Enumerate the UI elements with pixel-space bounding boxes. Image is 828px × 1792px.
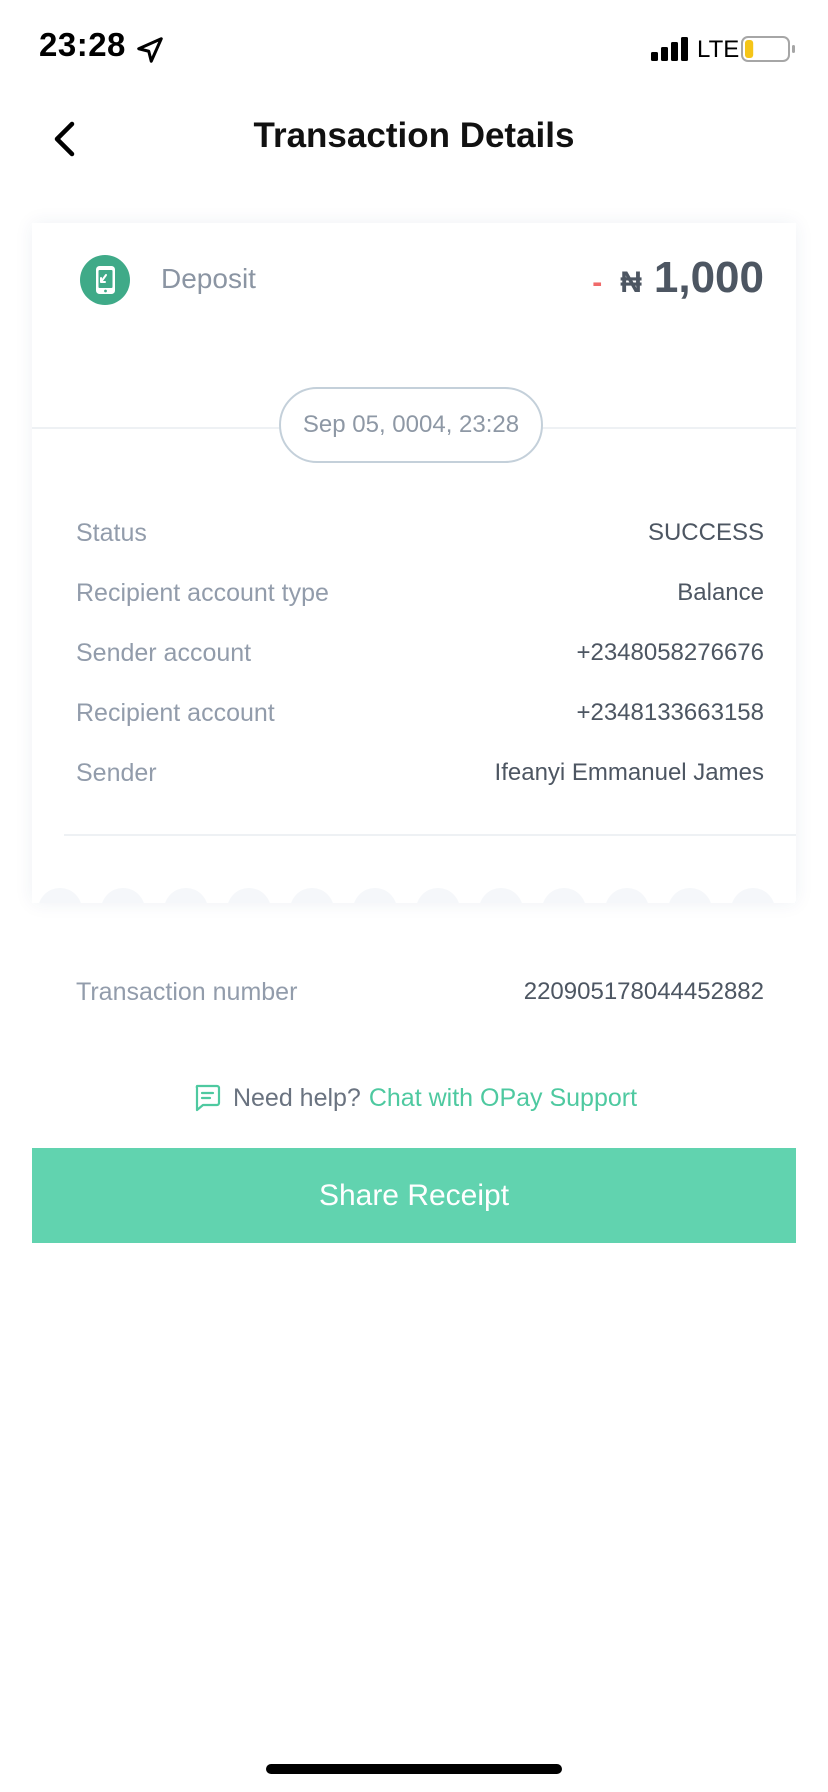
transaction-type: Deposit xyxy=(161,263,256,294)
scallop xyxy=(353,888,397,903)
detail-row-status: Status SUCCESS xyxy=(76,513,764,553)
detail-value: +2348133663158 xyxy=(576,699,764,726)
detail-row-recipient-account: Recipient account +2348133663158 xyxy=(76,693,764,733)
scallop xyxy=(416,888,460,903)
scallop xyxy=(731,888,775,903)
scallop xyxy=(38,888,82,903)
transaction-date: Sep 05, 0004, 23:28 xyxy=(279,387,543,463)
detail-label: Status xyxy=(76,518,147,547)
help-row: Need help? Chat with OPay Support xyxy=(0,1082,828,1114)
scallop xyxy=(290,888,334,903)
detail-label: Recipient account xyxy=(76,698,275,727)
scallop xyxy=(542,888,586,903)
scallop xyxy=(794,888,796,903)
amount-value: 1,000 xyxy=(653,253,764,302)
scallop xyxy=(479,888,523,903)
detail-value: Ifeanyi Emmanuel James xyxy=(494,759,764,786)
scallop xyxy=(668,888,712,903)
detail-value: +2348058276676 xyxy=(576,639,764,666)
home-indicator xyxy=(266,1764,562,1774)
transaction-number-value: 220905178044452882 xyxy=(523,978,764,1005)
chat-icon xyxy=(195,1084,221,1112)
detail-label: Recipient account type xyxy=(76,578,329,607)
scallop xyxy=(605,888,649,903)
divider xyxy=(64,834,796,836)
transaction-number-label: Transaction number xyxy=(76,977,298,1006)
amount-sign: - xyxy=(592,266,603,299)
share-receipt-button[interactable]: Share Receipt xyxy=(32,1148,796,1243)
status-time: 23:28 xyxy=(39,26,126,63)
cellular-signal-icon xyxy=(651,37,688,61)
transaction-amount: - ₦ 1,000 xyxy=(592,253,764,303)
detail-row-sender-account: Sender account +2348058276676 xyxy=(76,633,764,673)
location-arrow-icon xyxy=(137,37,163,63)
status-bar: 23:28 LTE xyxy=(0,0,828,100)
scallop xyxy=(101,888,145,903)
currency-symbol: ₦ xyxy=(620,266,642,299)
detail-value: SUCCESS xyxy=(647,519,764,546)
help-text: Need help? xyxy=(232,1083,361,1112)
scallop xyxy=(227,888,271,903)
phone-deposit-icon xyxy=(80,255,130,305)
chat-support-link[interactable]: Chat with OPay Support xyxy=(369,1084,637,1113)
detail-value: Balance xyxy=(677,579,764,606)
detail-row-recipient-account-type: Recipient account type Balance xyxy=(76,573,764,613)
detail-label: Sender account xyxy=(76,638,252,667)
detail-label: Sender xyxy=(76,758,157,787)
network-type: LTE xyxy=(697,36,740,63)
detail-row-sender: Sender Ifeanyi Emmanuel James xyxy=(76,753,764,793)
transaction-card: Deposit - ₦ 1,000 Sep 05, 0004, 23:28 St… xyxy=(32,223,796,903)
transaction-number-row: Transaction number 220905178044452882 xyxy=(76,972,764,1012)
battery-icon xyxy=(741,36,795,62)
page-title: Transaction Details xyxy=(253,116,575,155)
scallop xyxy=(164,888,208,903)
